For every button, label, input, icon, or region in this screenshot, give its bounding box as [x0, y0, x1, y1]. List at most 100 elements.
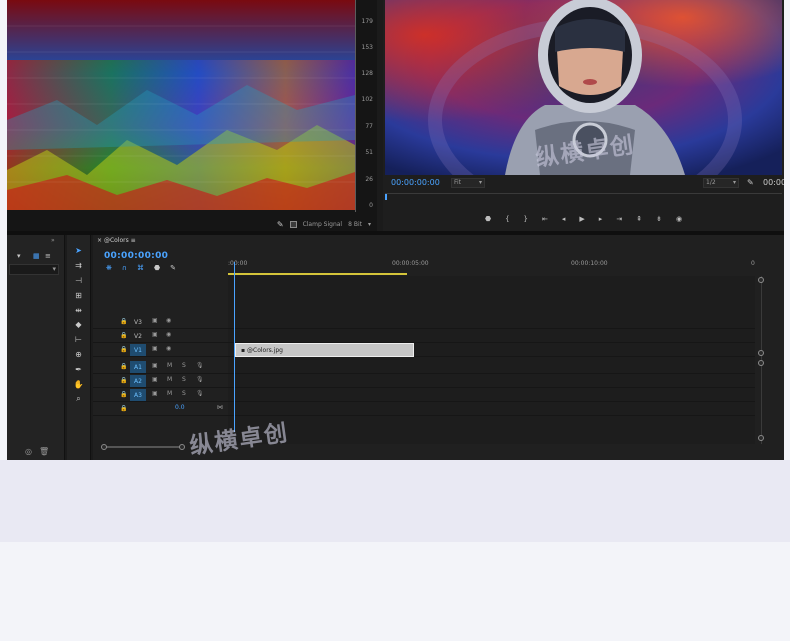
- close-icon[interactable]: ×: [97, 237, 102, 244]
- trash-icon[interactable]: 🗑: [39, 447, 49, 456]
- eye-icon[interactable]: ◉: [166, 345, 171, 352]
- step-back-icon[interactable]: ◂: [562, 215, 566, 223]
- sync-lock-icon[interactable]: ▣: [152, 390, 158, 397]
- program-monitor-bar: 00:00:00:00 Fit ▾ 1/2 ▾ ✎ 00:00: [383, 176, 784, 190]
- master-level[interactable]: 0.0: [175, 404, 185, 411]
- mark-out-icon[interactable]: }: [524, 215, 528, 223]
- track-name[interactable]: V2: [130, 330, 146, 342]
- rolling-edit-icon[interactable]: ⊞: [67, 288, 90, 303]
- resolution-select[interactable]: 1/2 ▾: [703, 178, 739, 188]
- sync-lock-icon[interactable]: ▣: [152, 362, 158, 369]
- chevron-down-icon[interactable]: ▾: [17, 252, 21, 260]
- eye-icon[interactable]: ◉: [166, 317, 171, 324]
- snap-icon[interactable]: ∩: [122, 264, 127, 272]
- clamp-signal-checkbox[interactable]: [289, 220, 297, 228]
- scroll-handle[interactable]: [758, 435, 764, 441]
- solo-button[interactable]: S: [182, 390, 186, 397]
- list-view-icon[interactable]: ≡: [45, 252, 51, 260]
- slide-icon[interactable]: ⊕: [67, 347, 90, 362]
- track-header: 🔒 A1 ▣ M S 🎙: [93, 360, 228, 373]
- sequence-tab[interactable]: × @Colors ≡: [97, 237, 136, 244]
- track-select-icon[interactable]: ⇉: [67, 258, 90, 273]
- mute-button[interactable]: M: [167, 362, 172, 369]
- timeline-playhead[interactable]: [234, 262, 235, 432]
- track-name[interactable]: A2: [130, 375, 146, 387]
- lock-icon[interactable]: 🔒: [120, 332, 127, 339]
- go-to-end-icon[interactable]: ⋈: [217, 404, 223, 411]
- wrench-icon[interactable]: ✎: [170, 264, 176, 272]
- solo-button[interactable]: S: [182, 376, 186, 383]
- track-header: 🔒 A2 ▣ M S 🎙: [93, 374, 228, 387]
- scroll-handle[interactable]: [758, 350, 764, 356]
- go-to-in-icon[interactable]: ⇤: [542, 215, 548, 223]
- tools-panel: ➤ ⇉ ⊣ ⊞ ⇹ ◆ ⊢ ⊕ ✒ ✋ ⌕: [67, 235, 91, 460]
- add-marker-icon[interactable]: ⬣: [485, 215, 491, 223]
- sort-select[interactable]: ▾: [9, 264, 59, 275]
- lock-icon[interactable]: 🔒: [120, 391, 127, 398]
- scroll-handle[interactable]: [101, 444, 107, 450]
- export-frame-icon[interactable]: ◉: [676, 215, 682, 223]
- chevron-down-icon[interactable]: ▾: [368, 221, 371, 228]
- nest-icon[interactable]: ❋: [106, 264, 112, 272]
- track-name[interactable]: A3: [130, 389, 146, 401]
- wrench-icon[interactable]: ✎: [747, 178, 754, 187]
- timeline-timecode[interactable]: 00:00:00:00: [104, 251, 168, 261]
- zoom-icon[interactable]: ⌕: [67, 392, 90, 407]
- icon-view-icon[interactable]: ▦: [33, 252, 40, 260]
- play-icon[interactable]: ▶: [579, 215, 584, 223]
- microphone-icon[interactable]: 🎙: [196, 390, 204, 397]
- timeline-ruler[interactable]: :00:00 00:00:05:00 00:00:10:00 0: [228, 258, 763, 276]
- track-name[interactable]: V3: [130, 316, 146, 328]
- panel-overflow-icon[interactable]: »: [51, 237, 55, 244]
- scroll-handle[interactable]: [758, 277, 764, 283]
- wrench-icon[interactable]: ✎: [277, 220, 284, 229]
- new-item-icon[interactable]: ◎: [25, 447, 32, 456]
- timeline-clip[interactable]: ▪ @Colors.jpg: [235, 343, 414, 357]
- microphone-icon[interactable]: 🎙: [196, 376, 204, 383]
- sequence-tab-label: @Colors: [103, 237, 129, 244]
- lock-icon[interactable]: 🔒: [120, 377, 127, 384]
- mark-in-icon[interactable]: {: [505, 215, 509, 223]
- monitor-playhead[interactable]: [385, 194, 387, 200]
- menu-icon[interactable]: ≡: [131, 237, 136, 244]
- go-to-out-icon[interactable]: ⇥: [616, 215, 622, 223]
- lock-icon[interactable]: 🔒: [120, 405, 127, 412]
- vertical-scrollbar[interactable]: [758, 276, 767, 444]
- ripple-edit-icon[interactable]: ⊣: [67, 273, 90, 288]
- scroll-handle[interactable]: [179, 444, 185, 450]
- scope-scale: 179 153 128 102 77 51 26 0: [355, 0, 377, 212]
- slip-icon[interactable]: ⊢: [67, 332, 90, 347]
- eye-icon[interactable]: ◉: [166, 331, 171, 338]
- selection-tool-icon[interactable]: ➤: [67, 243, 90, 258]
- add-marker-icon[interactable]: ⬣: [154, 264, 160, 272]
- solo-button[interactable]: S: [182, 362, 186, 369]
- sync-lock-icon[interactable]: ▣: [152, 345, 158, 352]
- pen-icon[interactable]: ✒: [67, 362, 90, 377]
- linked-selection-icon[interactable]: ⌘: [137, 264, 144, 272]
- razor-icon[interactable]: ◆: [67, 317, 90, 332]
- track-header: 🔒 0.0 ⋈: [93, 402, 228, 415]
- mute-button[interactable]: M: [167, 376, 172, 383]
- sync-lock-icon[interactable]: ▣: [152, 376, 158, 383]
- bit-depth-select[interactable]: 8 Bit: [348, 221, 362, 228]
- extract-icon[interactable]: ⇟: [656, 215, 662, 223]
- track-name[interactable]: A1: [130, 361, 146, 373]
- horizontal-scrollbar[interactable]: [101, 444, 185, 450]
- zoom-select[interactable]: Fit ▾: [451, 178, 485, 188]
- step-forward-icon[interactable]: ▸: [599, 215, 603, 223]
- rate-stretch-icon[interactable]: ⇹: [67, 303, 90, 318]
- track-name[interactable]: V1: [130, 344, 146, 356]
- sync-lock-icon[interactable]: ▣: [152, 317, 158, 324]
- lock-icon[interactable]: 🔒: [120, 363, 127, 370]
- lift-icon[interactable]: ⇞: [636, 215, 642, 223]
- scroll-handle[interactable]: [758, 360, 764, 366]
- mute-button[interactable]: M: [167, 390, 172, 397]
- playhead-timecode[interactable]: 00:00:00:00: [391, 178, 440, 187]
- monitor-time-ruler[interactable]: [385, 193, 782, 207]
- microphone-icon[interactable]: 🎙: [196, 362, 204, 369]
- lock-icon[interactable]: 🔒: [120, 318, 127, 325]
- hand-icon[interactable]: ✋: [67, 377, 90, 392]
- work-area-bar[interactable]: [228, 273, 407, 275]
- sync-lock-icon[interactable]: ▣: [152, 331, 158, 338]
- lock-icon[interactable]: 🔒: [120, 346, 127, 353]
